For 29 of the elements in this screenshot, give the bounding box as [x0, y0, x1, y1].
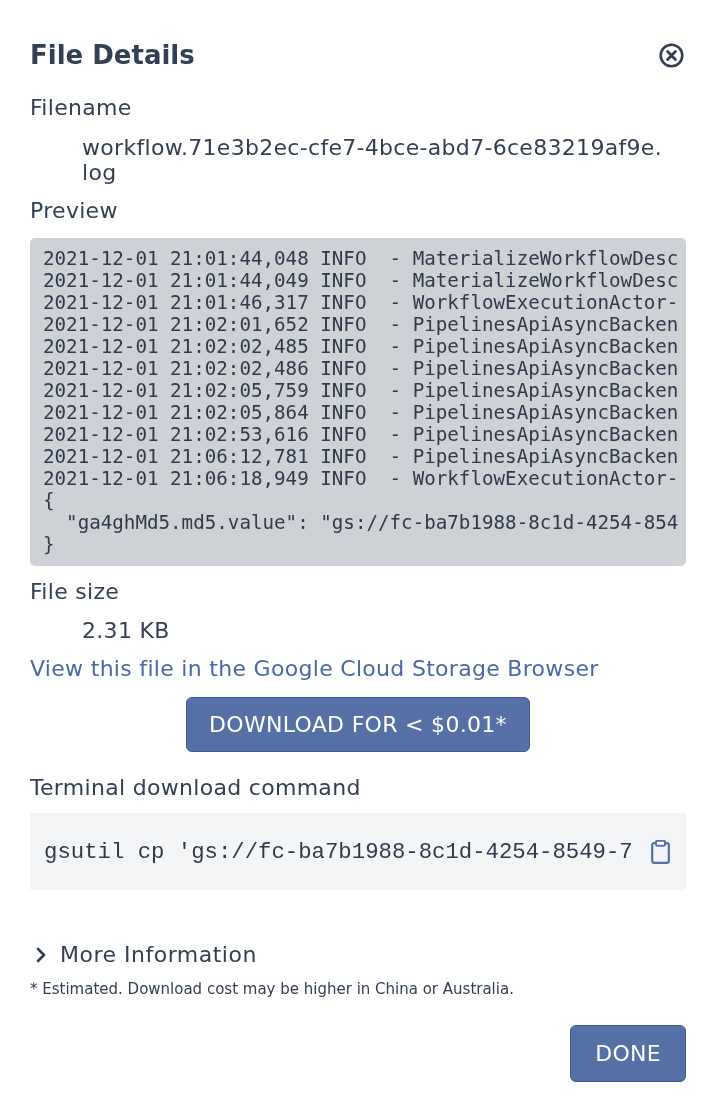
filename-text: workflow.71e3b2ec-cfe7-4bce-abd7-6ce83219af9e.log — [81, 135, 663, 185]
log-line: } — [43, 534, 55, 556]
field-label: Terminal download command — [30, 775, 362, 801]
log-line: 2021-12-01 21:02:01,652 INFO - PipelinesApiAsyncBacken — [43, 314, 679, 336]
log-line: 2021-12-01 21:01:46,317 INFO - WorkflowExecutionActor- — [43, 292, 679, 314]
log-line: 2021-12-01 21:01:44,049 INFO - MaterializeWorkflowDesc — [43, 270, 679, 292]
storage-browser-link[interactable]: View this file in the Google Cloud Storage Browser — [30, 656, 599, 682]
done-button[interactable]: DONE — [570, 1025, 686, 1082]
log-line: 2021-12-01 21:01:44,048 INFO - MaterializeWorkflowDesc — [43, 248, 679, 270]
log-line: 2021-12-01 21:06:12,781 INFO - PipelinesApiAsyncBacken — [43, 446, 679, 468]
close-icon[interactable] — [659, 42, 684, 68]
log-line: 2021-12-01 21:02:02,486 INFO - PipelinesApiAsyncBacken — [43, 358, 679, 380]
field-label: Filename — [30, 95, 133, 121]
log-line: { — [43, 490, 55, 512]
file-size-text: 2.31 KB — [81, 618, 171, 643]
clipboard-icon[interactable] — [651, 839, 670, 864]
log-line: "ga4ghMd5.md5.value": "gs://fc-ba7b1988-8c1d-4254-854 — [65, 512, 679, 534]
dialog-title: File Details — [30, 39, 195, 71]
command-text: gsutil cp 'gs://fc-ba7b1988-8c1d-4254-8549-7 — [44, 838, 633, 865]
download-button[interactable]: DOWNLOAD FOR < $0.01* — [186, 697, 530, 752]
log-line: 2021-12-01 21:06:18,949 INFO - WorkflowExecutionActor- — [43, 468, 679, 490]
log-line: 2021-12-01 21:02:02,485 INFO - PipelinesApiAsyncBacken — [43, 336, 679, 358]
log-line: 2021-12-01 21:02:05,759 INFO - PipelinesApiAsyncBacken — [43, 380, 679, 402]
log-line: 2021-12-01 21:02:05,864 INFO - PipelinesApiAsyncBacken — [43, 402, 679, 424]
footnote-text: * Estimated. Download cost may be higher in China or Australia. — [30, 979, 515, 999]
field-label: Preview — [30, 198, 119, 224]
log-line: 2021-12-01 21:02:53,616 INFO - PipelinesApiAsyncBacken — [43, 424, 679, 446]
more-information-toggle[interactable]: More Information — [36, 942, 257, 968]
field-label: File size — [30, 579, 121, 605]
